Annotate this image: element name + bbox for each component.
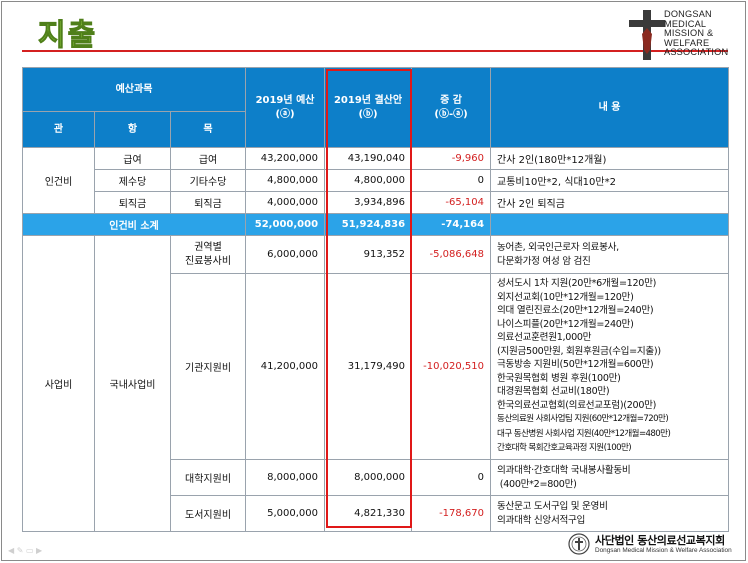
mok-cell: 급여	[169, 147, 247, 170]
content-cell: 동산문고 도서구입 및 운영비 의과대학 신앙서적구입	[490, 495, 730, 532]
subtotal-budget: 52,000,000	[245, 213, 326, 236]
diff-cell: -10,020,510	[411, 273, 492, 460]
content-cell: 농어촌, 외국인근로자 의료봉사, 다문화가정 여성 암 검진	[490, 235, 730, 274]
subtotal-label: 인건비 소계	[21, 213, 247, 236]
slide-controls[interactable]: ◀ ✎ ▭ ▶	[8, 546, 42, 555]
subtotal-diff: -74,164	[411, 213, 492, 236]
diff-cell: -65,104	[411, 191, 492, 214]
diff-cell: 0	[411, 459, 492, 496]
budget-cell: 43,200,000	[245, 147, 326, 170]
mok-cell: 권역별 진료봉사비	[169, 235, 247, 274]
header-category: 예산과목	[21, 67, 247, 112]
content-cell: 간사 2인(180만*12개월)	[490, 147, 730, 170]
mok-cell: 기타수당	[169, 169, 247, 192]
mok-cell: 도서지원비	[169, 495, 247, 532]
header-budget: 2019년 예산 (ⓐ)	[245, 67, 326, 148]
hang-domestic: 국내사업비	[94, 235, 171, 532]
diff-cell: -9,960	[411, 147, 492, 170]
content-cell: 교통비10만*2, 식대10만*2	[490, 169, 730, 192]
org-logo: DONGSAN MEDICAL MISSION & WELFARE ASSOCI…	[624, 8, 742, 62]
content-cell: 간사 2인 퇴직금	[490, 191, 730, 214]
content-cell: 성서도시 1차 지원(20만*6개월=120만) 외지선교회(10만*12개월=…	[490, 273, 730, 460]
subtotal-content	[490, 213, 730, 236]
hang-cell: 퇴직금	[94, 191, 171, 214]
seal-icon	[568, 533, 590, 555]
budget-cell: 4,800,000	[245, 169, 326, 192]
gwan-business: 사업비	[22, 235, 95, 532]
header-gwan: 관	[22, 111, 95, 148]
diff-cell: 0	[411, 169, 492, 192]
hang-cell: 제수당	[94, 169, 171, 192]
diff-cell: -5,086,648	[411, 235, 492, 274]
cross-icon	[629, 10, 665, 60]
settlement-highlight-box	[326, 69, 412, 528]
budget-cell: 4,000,000	[245, 191, 326, 214]
budget-cell: 8,000,000	[245, 459, 326, 496]
budget-cell: 5,000,000	[245, 495, 326, 532]
header-mok: 목	[169, 111, 247, 148]
gwan-personnel: 인건비	[22, 147, 95, 214]
header-content: 내 용	[490, 67, 730, 148]
header-diff: 증 감 (ⓑ-ⓐ)	[411, 67, 492, 148]
org-logo-text: DONGSAN MEDICAL MISSION & WELFARE ASSOCI…	[664, 9, 729, 58]
budget-cell: 6,000,000	[245, 235, 326, 274]
hang-cell: 급여	[94, 147, 171, 170]
header-hang: 항	[94, 111, 171, 148]
mok-cell: 대학지원비	[169, 459, 247, 496]
mok-cell: 기관지원비	[169, 273, 247, 460]
footer-org-en: Dongsan Medical Mission & Welfare Associ…	[595, 547, 732, 554]
footer-logo: 사단법인 동산의료선교복지회 Dongsan Medical Mission &…	[568, 532, 738, 558]
budget-cell: 41,200,000	[245, 273, 326, 460]
page-title: 지출	[37, 18, 98, 54]
content-cell: 의과대학·간호대학 국내봉사활동비 (400만*2=800만)	[490, 459, 730, 496]
diff-cell: -178,670	[411, 495, 492, 532]
footer-org-ko: 사단법인 동산의료선교복지회	[595, 534, 725, 547]
mok-cell: 퇴직금	[169, 191, 247, 214]
title-divider	[22, 50, 728, 52]
